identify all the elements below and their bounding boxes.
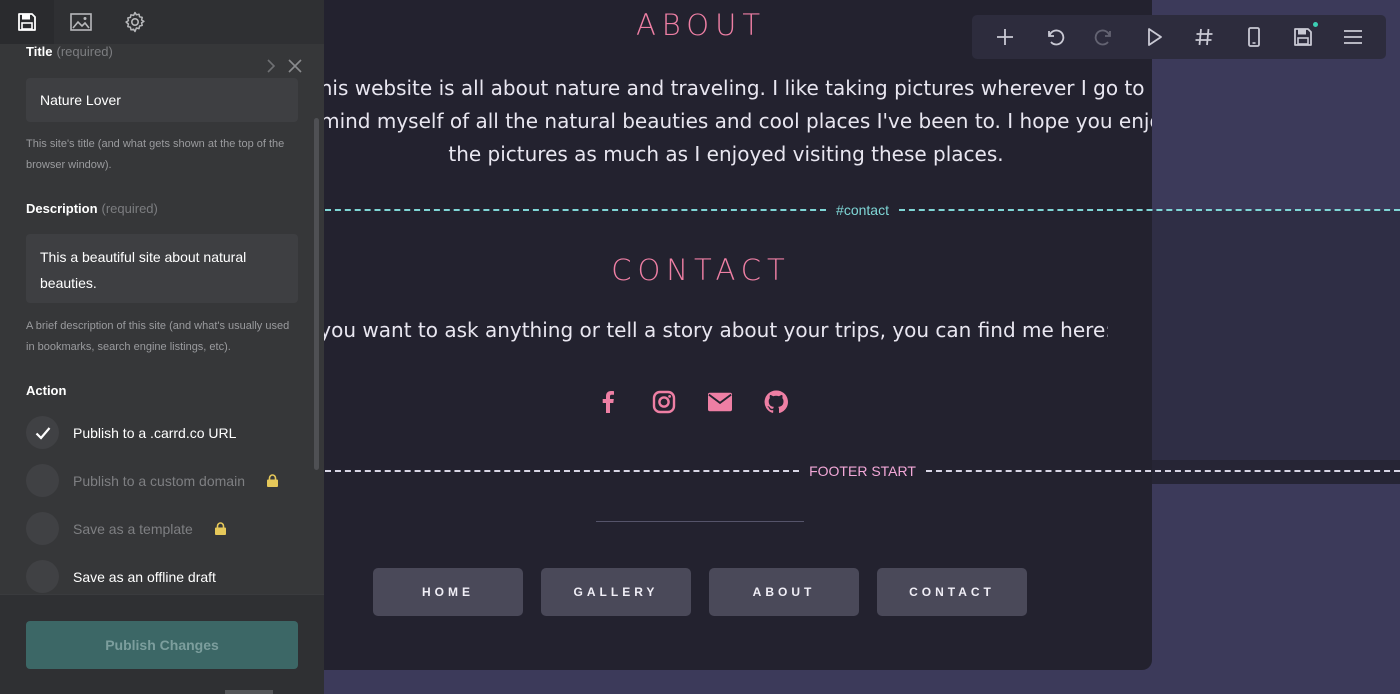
description-help: A brief description of this site (and wh… bbox=[26, 320, 290, 353]
title-help: This site's title (and what gets shown a… bbox=[26, 138, 285, 171]
description-label: Description (required) bbox=[26, 201, 158, 216]
title-label-text: Title bbox=[26, 44, 53, 59]
tab-settings[interactable] bbox=[108, 0, 162, 44]
email-icon[interactable] bbox=[708, 390, 732, 414]
action-option-label: Save as a template bbox=[73, 520, 193, 537]
marker-line bbox=[925, 470, 1400, 472]
action-save-template[interactable]: Save as a template bbox=[26, 512, 226, 545]
contact-heading: CONTACT bbox=[611, 253, 791, 287]
save-icon[interactable] bbox=[1288, 22, 1319, 52]
action-radio-checked[interactable] bbox=[26, 416, 59, 449]
lock-icon bbox=[266, 474, 278, 487]
about-paragraph: This website is all about nature and tra… bbox=[300, 72, 1152, 171]
description-label-text: Description bbox=[26, 201, 98, 216]
image-icon bbox=[70, 13, 92, 31]
close-icon[interactable] bbox=[288, 58, 302, 77]
title-label: Title (required) bbox=[26, 44, 113, 59]
action-save-offline-draft[interactable]: Save as an offline draft bbox=[26, 560, 216, 593]
action-publish-custom-domain[interactable]: Publish to a custom domain bbox=[26, 464, 278, 497]
gallery-button[interactable]: GALLERY bbox=[541, 568, 691, 616]
action-publish-carrd[interactable]: Publish to a .carrd.co URL bbox=[26, 416, 236, 449]
chevron-right-icon[interactable] bbox=[266, 58, 276, 77]
contact-button[interactable]: CONTACT bbox=[877, 568, 1027, 616]
marker-line bbox=[325, 209, 827, 211]
lock-icon bbox=[214, 522, 226, 535]
contact-section-band bbox=[1152, 210, 1400, 460]
footer-divider bbox=[596, 521, 804, 522]
panel-scrollbar[interactable] bbox=[314, 118, 319, 470]
action-radio[interactable] bbox=[26, 464, 59, 497]
about-heading: ABOUT bbox=[635, 8, 767, 42]
marker-line bbox=[325, 470, 800, 472]
required-tag: (required) bbox=[56, 44, 113, 59]
tab-publish[interactable] bbox=[0, 0, 54, 44]
about-line: This website is all about nature and tra… bbox=[307, 76, 1145, 100]
action-label: Action bbox=[26, 383, 67, 398]
about-line: the pictures as much as I enjoyed visiti… bbox=[448, 142, 1004, 166]
action-radio[interactable] bbox=[26, 560, 59, 593]
gear-icon bbox=[125, 11, 145, 33]
about-line: remind myself of all the natural beautie… bbox=[300, 109, 1152, 133]
description-field[interactable]: This a beautiful site about natural beau… bbox=[26, 234, 298, 303]
footer-start-marker[interactable]: FOOTER START bbox=[325, 461, 1400, 481]
contact-marker-label: #contact bbox=[836, 202, 889, 218]
action-option-label: Publish to a custom domain bbox=[73, 472, 245, 489]
tab-media[interactable] bbox=[54, 0, 108, 44]
contact-paragraph: If you want to ask anything or tell a st… bbox=[300, 318, 1108, 342]
github-icon[interactable] bbox=[764, 390, 788, 414]
editor-toolbar bbox=[972, 15, 1386, 59]
panel-controls bbox=[266, 58, 302, 77]
check-icon bbox=[35, 426, 50, 440]
required-tag: (required) bbox=[101, 201, 158, 216]
menu-icon[interactable] bbox=[1338, 22, 1368, 52]
unsaved-indicator bbox=[1313, 22, 1319, 27]
publish-changes-button[interactable]: Publish Changes bbox=[26, 621, 298, 669]
footer-marker-label: FOOTER START bbox=[809, 463, 916, 479]
resize-handle[interactable] bbox=[225, 690, 273, 694]
publish-panel: Title (required) Nature Lover This site's… bbox=[0, 0, 324, 694]
footer-nav: HOME GALLERY ABOUT CONTACT bbox=[373, 568, 1027, 616]
about-button[interactable]: ABOUT bbox=[709, 568, 859, 616]
mobile-icon[interactable] bbox=[1239, 22, 1269, 52]
play-icon[interactable] bbox=[1139, 22, 1169, 52]
add-icon[interactable] bbox=[990, 22, 1020, 52]
action-option-label: Publish to a .carrd.co URL bbox=[73, 424, 237, 441]
action-option-label: Save as an offline draft bbox=[73, 568, 216, 585]
social-icons bbox=[596, 390, 788, 414]
instagram-icon[interactable] bbox=[652, 390, 676, 414]
home-button[interactable]: HOME bbox=[373, 568, 523, 616]
facebook-icon[interactable] bbox=[596, 390, 620, 414]
undo-icon[interactable] bbox=[1040, 22, 1070, 52]
marker-line bbox=[898, 209, 1400, 211]
panel-tabs bbox=[0, 0, 324, 44]
panel-footer: Publish Changes bbox=[0, 594, 324, 694]
hash-icon[interactable] bbox=[1189, 22, 1219, 52]
title-field[interactable]: Nature Lover bbox=[26, 78, 298, 122]
save-icon bbox=[18, 13, 36, 31]
action-radio[interactable] bbox=[26, 512, 59, 545]
contact-section-marker[interactable]: #contact bbox=[325, 200, 1400, 220]
redo-icon[interactable] bbox=[1089, 22, 1119, 52]
